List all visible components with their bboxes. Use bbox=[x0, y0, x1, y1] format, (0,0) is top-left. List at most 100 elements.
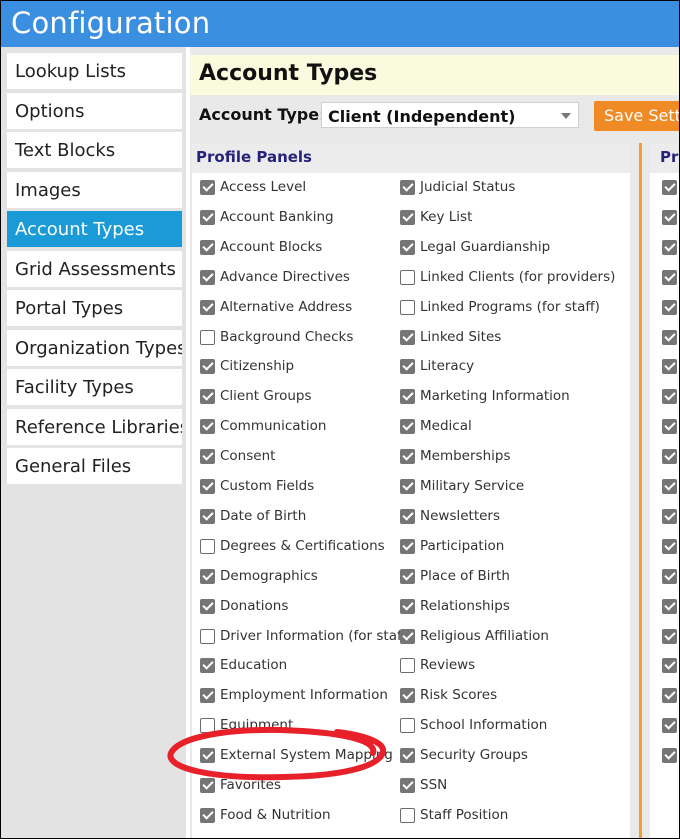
checked-checkbox[interactable] bbox=[200, 239, 215, 255]
second-panel-checkbox[interactable] bbox=[662, 359, 677, 375]
panel-option-label: Background Checks bbox=[220, 328, 354, 345]
sidebar-item-general-files[interactable]: General Files bbox=[7, 448, 182, 485]
second-panel-checkbox[interactable] bbox=[662, 508, 677, 524]
panel-option-label: SSN bbox=[420, 777, 448, 793]
panel-option-label: Date of Birth bbox=[220, 507, 307, 524]
unchecked-checkbox[interactable] bbox=[400, 269, 415, 285]
checked-checkbox[interactable] bbox=[400, 359, 415, 375]
unchecked-checkbox[interactable] bbox=[400, 807, 415, 823]
checked-checkbox[interactable] bbox=[400, 180, 415, 195]
panel-option-label: Risk Scores bbox=[420, 687, 498, 704]
sidebar-item-facility-types[interactable]: Facility Types bbox=[7, 369, 182, 406]
checked-checkbox[interactable] bbox=[400, 419, 415, 435]
checked-checkbox[interactable] bbox=[400, 778, 415, 793]
profile-panels-title: Profile Panels bbox=[196, 148, 312, 166]
second-panel-header: Pr bbox=[650, 143, 679, 173]
checked-checkbox[interactable] bbox=[200, 658, 215, 674]
account-type-value: Client (Independent) bbox=[328, 107, 516, 126]
unchecked-checkbox[interactable] bbox=[400, 658, 415, 674]
checked-checkbox[interactable] bbox=[200, 209, 215, 225]
save-settings-button[interactable]: Save Setti bbox=[594, 101, 679, 131]
checked-checkbox[interactable] bbox=[400, 538, 415, 554]
panel-option-label: Relationships bbox=[420, 597, 510, 614]
checked-checkbox[interactable] bbox=[200, 807, 215, 823]
second-panel-checkbox[interactable] bbox=[662, 479, 677, 494]
second-panel-checkbox[interactable] bbox=[662, 209, 677, 225]
sidebar-item-account-types[interactable]: Account Types bbox=[7, 211, 182, 248]
sidebar-item-text-blocks[interactable]: Text Blocks bbox=[7, 132, 182, 169]
second-panel-checkbox[interactable] bbox=[662, 748, 677, 764]
panel-option-label: Degrees & Certifications bbox=[220, 537, 385, 554]
checked-checkbox[interactable] bbox=[200, 748, 215, 764]
window: Configuration Lookup Lists Options Text Bl… bbox=[0, 0, 680, 839]
checked-checkbox[interactable] bbox=[200, 688, 215, 704]
checked-checkbox[interactable] bbox=[400, 688, 415, 704]
unchecked-checkbox[interactable] bbox=[200, 329, 215, 345]
checked-checkbox[interactable] bbox=[200, 778, 215, 793]
second-panel-checkbox[interactable] bbox=[662, 598, 677, 614]
second-panel-checkbox[interactable] bbox=[662, 419, 677, 435]
checked-checkbox[interactable] bbox=[400, 628, 415, 644]
second-panel-checkbox[interactable] bbox=[662, 658, 677, 674]
second-panel-checkbox[interactable] bbox=[662, 269, 677, 285]
panel-option-label: Linked Sites bbox=[420, 328, 502, 345]
page-title: Account Types bbox=[199, 61, 378, 86]
second-panel-checkbox[interactable] bbox=[662, 688, 677, 704]
checked-checkbox[interactable] bbox=[200, 479, 215, 494]
sidebar-item-grid-assessments[interactable]: Grid Assessments bbox=[7, 250, 182, 288]
checked-checkbox[interactable] bbox=[200, 359, 215, 375]
unchecked-checkbox[interactable] bbox=[200, 538, 215, 554]
sidebar-item-lookup-lists[interactable]: Lookup Lists bbox=[7, 53, 182, 90]
checked-checkbox[interactable] bbox=[400, 748, 415, 764]
title-bar: Configuration bbox=[1, 1, 679, 47]
second-panel-checkbox[interactable] bbox=[662, 628, 677, 644]
checked-checkbox[interactable] bbox=[400, 508, 415, 524]
checked-checkbox[interactable] bbox=[200, 180, 215, 195]
checked-checkbox[interactable] bbox=[400, 329, 415, 345]
second-panel-checkbox[interactable] bbox=[662, 389, 677, 405]
checked-checkbox[interactable] bbox=[400, 479, 415, 494]
panel-option-label: Military Service bbox=[420, 478, 525, 494]
checked-checkbox[interactable] bbox=[400, 209, 415, 225]
unchecked-checkbox[interactable] bbox=[400, 299, 415, 315]
unchecked-checkbox[interactable] bbox=[400, 718, 415, 734]
panel-option-label: Key List bbox=[420, 208, 473, 225]
second-panel-checkbox[interactable] bbox=[662, 329, 677, 345]
account-type-select[interactable]: Client (Independent) bbox=[321, 102, 579, 128]
profile-panels-section: Profile Panels Access Level Account Banki… bbox=[192, 143, 630, 838]
second-panel-checkbox[interactable] bbox=[662, 568, 677, 584]
second-panel-checkbox[interactable] bbox=[662, 449, 677, 465]
checked-checkbox[interactable] bbox=[200, 269, 215, 285]
checked-checkbox[interactable] bbox=[400, 239, 415, 255]
panel-option-label: Equipment bbox=[220, 717, 294, 734]
sidebar-item-portal-types[interactable]: Portal Types bbox=[7, 290, 182, 327]
checked-checkbox[interactable] bbox=[200, 299, 215, 315]
checked-checkbox[interactable] bbox=[200, 389, 215, 405]
sidebar-item-reference-libraries[interactable]: Reference Libraries bbox=[7, 408, 182, 446]
panel-option-label: Participation bbox=[420, 537, 505, 554]
second-panel-checkbox[interactable] bbox=[662, 299, 677, 315]
sidebar-item-organization-types[interactable]: Organization Types bbox=[7, 329, 182, 367]
checked-checkbox[interactable] bbox=[400, 389, 415, 405]
panel-option-label: Favorites bbox=[220, 777, 281, 793]
checked-checkbox[interactable] bbox=[200, 508, 215, 524]
checked-checkbox[interactable] bbox=[400, 568, 415, 584]
panel-option-label: External System Mapping bbox=[220, 747, 393, 764]
second-panel-checkbox[interactable] bbox=[662, 239, 677, 255]
panel-option-label: Driver Information (for staff) bbox=[220, 627, 412, 644]
sidebar-item-options[interactable]: Options bbox=[7, 92, 182, 130]
unchecked-checkbox[interactable] bbox=[200, 628, 215, 644]
panel-option-label: Custom Fields bbox=[220, 478, 315, 494]
checked-checkbox[interactable] bbox=[200, 568, 215, 584]
second-panel-checkbox[interactable] bbox=[662, 538, 677, 554]
panel-option-label: Medical bbox=[420, 418, 472, 435]
checked-checkbox[interactable] bbox=[200, 598, 215, 614]
checked-checkbox[interactable] bbox=[400, 449, 415, 465]
checked-checkbox[interactable] bbox=[200, 419, 215, 435]
second-panel-checkbox[interactable] bbox=[662, 718, 677, 734]
unchecked-checkbox[interactable] bbox=[200, 718, 215, 734]
checked-checkbox[interactable] bbox=[200, 449, 215, 465]
sidebar-item-images[interactable]: Images bbox=[7, 171, 182, 209]
second-panel-checkbox[interactable] bbox=[662, 180, 677, 195]
checked-checkbox[interactable] bbox=[400, 598, 415, 614]
